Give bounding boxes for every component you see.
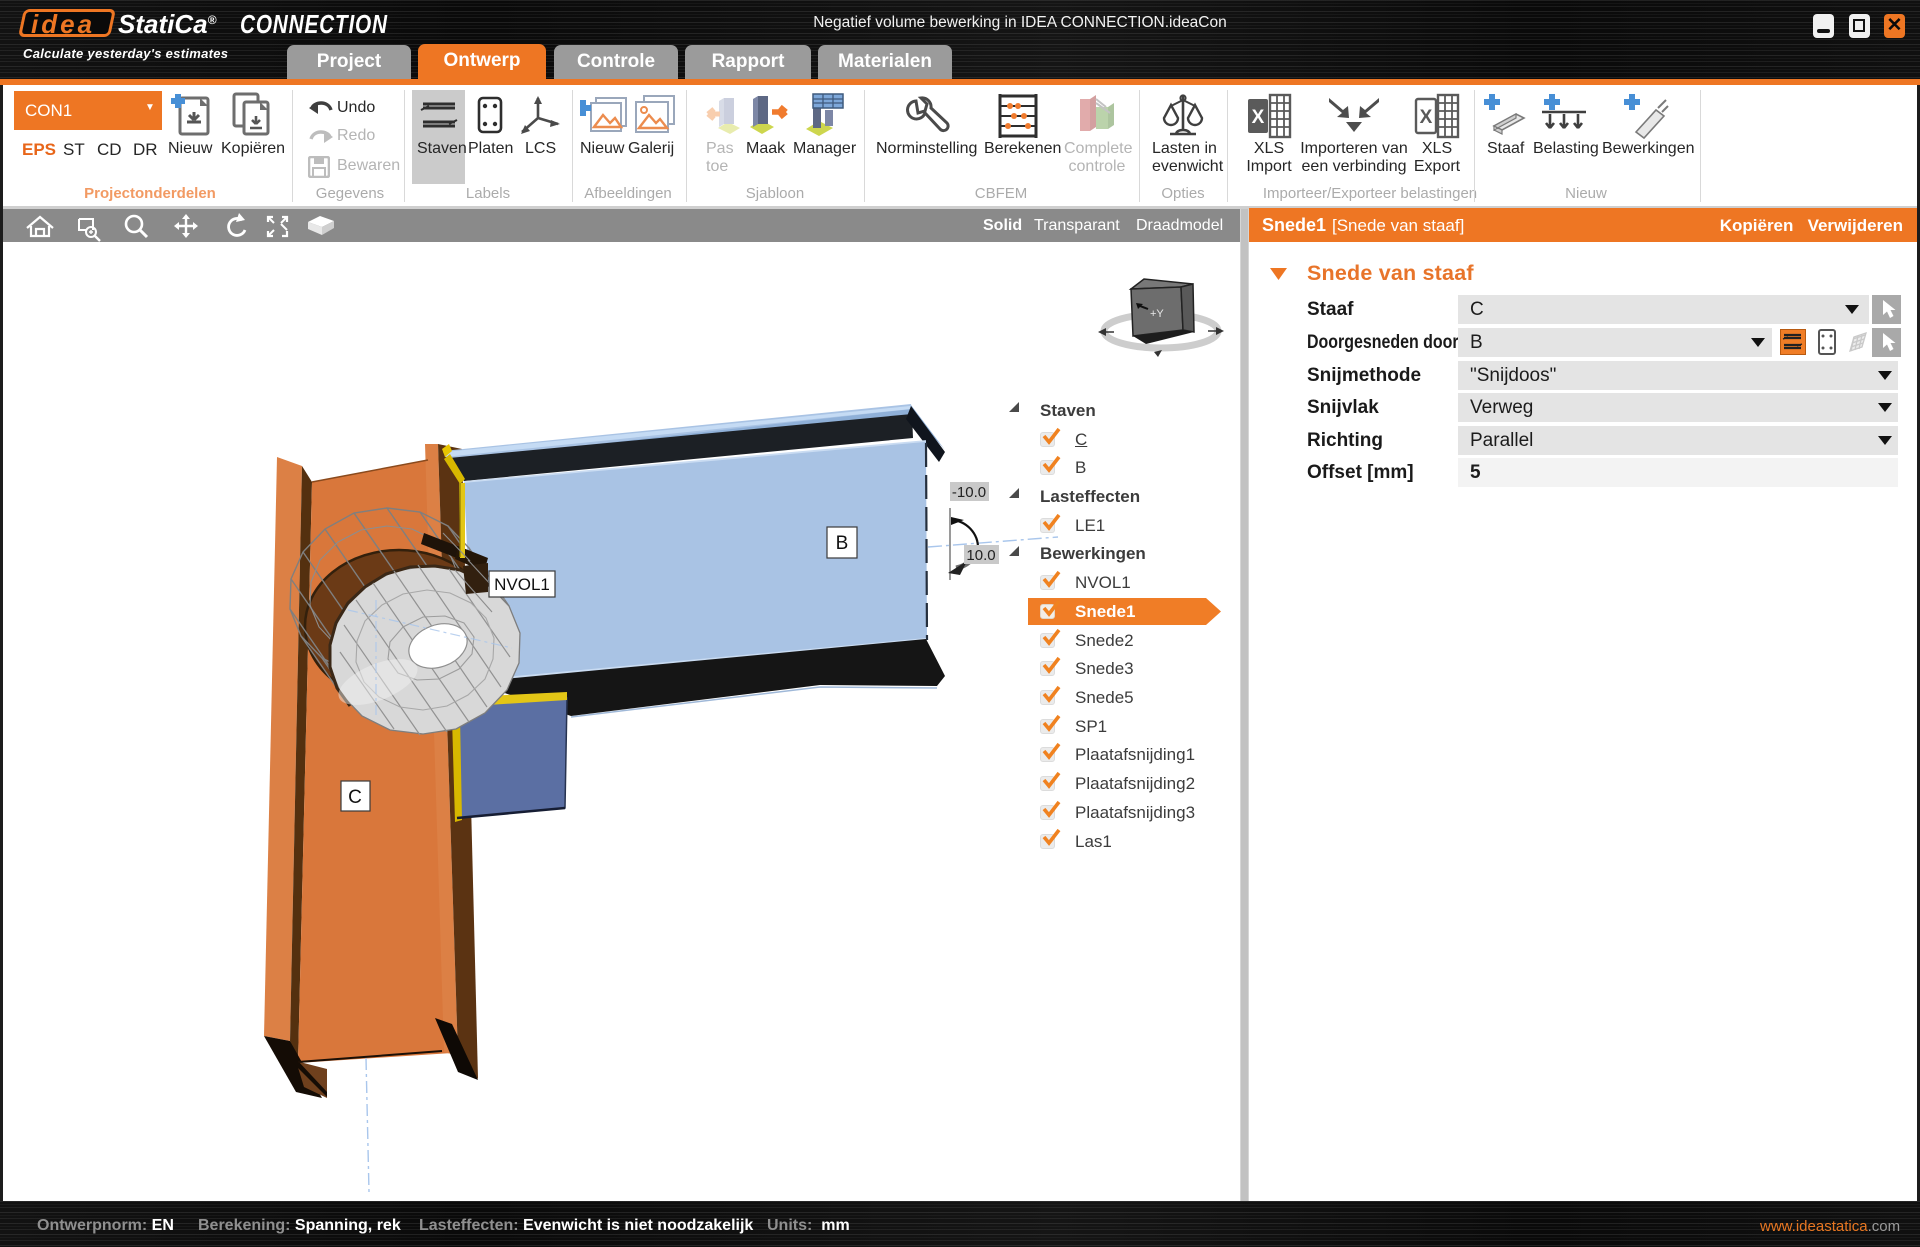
svg-text:X: X [1420,107,1433,128]
svg-text:10.0: 10.0 [966,547,995,564]
svg-text:C: C [348,787,362,808]
svg-text:NVOL1: NVOL1 [494,575,550,594]
svg-text:X: X [1252,107,1265,128]
svg-text:+Y: +Y [1150,308,1164,320]
svg-text:B: B [836,533,849,554]
svg-text:-10.0: -10.0 [952,484,986,501]
